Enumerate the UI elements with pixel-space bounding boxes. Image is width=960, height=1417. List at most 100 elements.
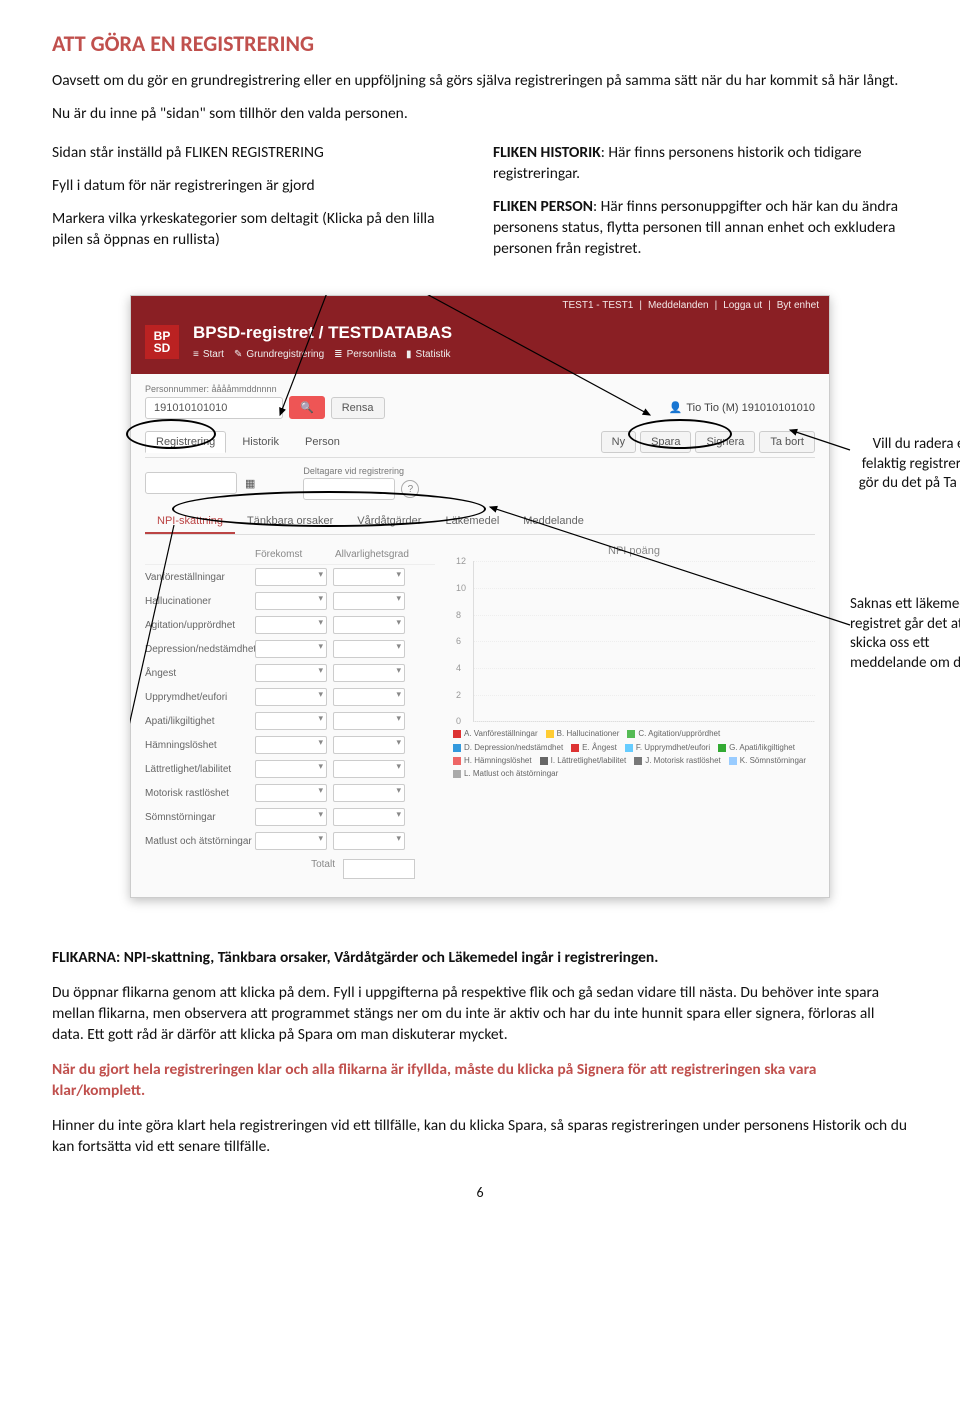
forekomst-select[interactable] (255, 784, 327, 802)
menu-grund[interactable]: ✎Grundregistrering (234, 349, 324, 360)
legend-item: D. Depression/nedstämdhet (453, 742, 563, 753)
allvar-select[interactable] (333, 736, 405, 754)
search-button[interactable]: 🔍 (289, 396, 325, 419)
npi-row-label: Hämningslöshet (145, 740, 255, 751)
allvar-select[interactable] (333, 808, 405, 826)
legend-item: G. Apati/likgiltighet (718, 742, 795, 753)
footer-spara: Hinner du inte göra klart hela registrer… (52, 1116, 908, 1158)
legend-item: C. Agitation/upprördhet (627, 728, 720, 739)
pn-input[interactable]: 191010101010 (145, 397, 283, 419)
person-badge: 👤 Tio Tio (M) 191010101010 (669, 401, 815, 414)
npi-row-label: Sömnstörningar (145, 812, 255, 823)
app-topbar: TEST1 - TEST1| Meddelanden| Logga ut| By… (131, 296, 829, 315)
tab-historik[interactable]: Historik (232, 432, 289, 452)
npi-row: Hämningslöshet (145, 733, 435, 757)
deltagare-select[interactable] (303, 478, 395, 500)
deltagare-label: Deltagare vid registrering (303, 466, 419, 476)
npi-row: Sömnstörningar (145, 805, 435, 829)
forekomst-select[interactable] (255, 640, 327, 658)
footer-signera: När du gjort hela registreringen klar oc… (52, 1060, 908, 1102)
subtab-meddelande[interactable]: Meddelande (511, 510, 596, 534)
page-number: 6 (52, 1184, 908, 1201)
forekomst-select[interactable] (255, 808, 327, 826)
forekomst-select[interactable] (255, 664, 327, 682)
legend-item: K. Sömnstörningar (729, 755, 806, 766)
tabort-button[interactable]: Ta bort (759, 431, 815, 453)
allvar-select[interactable] (333, 832, 405, 850)
intro-para-2: Nu är du inne på "sidan" som tillhör den… (52, 104, 908, 125)
right-instruction-2: FLIKEN PERSON: Här finns personuppgifter… (493, 197, 908, 260)
legend-item: J. Motorisk rastlöshet (634, 755, 721, 766)
tab-registrering[interactable]: Registrering (145, 431, 226, 453)
topbar-logout[interactable]: Logga ut (723, 300, 762, 311)
legend-item: A. Vanföreställningar (453, 728, 538, 739)
forekomst-select[interactable] (255, 736, 327, 754)
npi-row: Hallucinationer (145, 589, 435, 613)
app-title: BPSD-registret / TESTDATABAS (193, 323, 815, 343)
npi-row-label: Upprymdhet/eufori (145, 692, 255, 703)
forekomst-select[interactable] (255, 592, 327, 610)
spara-button[interactable]: Spara (640, 431, 691, 453)
calendar-icon[interactable]: ▦ (245, 477, 255, 490)
subtab-lakemedel[interactable]: Läkemedel (433, 510, 511, 534)
allvar-select[interactable] (333, 688, 405, 706)
legend-item: I. Lättretlighet/labilitet (540, 755, 627, 766)
allvar-select[interactable] (333, 640, 405, 658)
menu-statistik[interactable]: ▮Statistik (406, 349, 451, 360)
col-allvar: Allvarlighetsgrad (335, 549, 415, 560)
topbar-messages[interactable]: Meddelanden (648, 300, 709, 311)
menu-start[interactable]: ≡Start (193, 349, 224, 360)
ytick: 8 (456, 610, 461, 620)
screenshot: TEST1 - TEST1| Meddelanden| Logga ut| By… (130, 295, 830, 898)
npi-row-label: Vanföreställningar (145, 572, 255, 583)
forekomst-select[interactable] (255, 616, 327, 634)
menu-personlista[interactable]: ≣Personlista (334, 349, 396, 360)
forekomst-select[interactable] (255, 688, 327, 706)
callout-tabort: Vill du radera en felaktig registrering,… (850, 435, 960, 494)
forekomst-select[interactable] (255, 568, 327, 586)
npi-row-label: Lättretlighet/labilitet (145, 764, 255, 775)
tab-person[interactable]: Person (295, 432, 350, 452)
app-logo: BP SD (145, 325, 179, 359)
npi-row: Vanföreställningar (145, 565, 435, 589)
ytick: 0 (456, 716, 461, 726)
left-instruction-2: Fyll i datum för när registreringen är g… (52, 176, 467, 197)
chart-legend: A. VanföreställningarB. HallucinationerC… (453, 728, 815, 779)
forekomst-select[interactable] (255, 760, 327, 778)
fliken-historik-label: FLIKEN HISTORIK (493, 143, 601, 162)
intro-para-1: Oavsett om du gör en grundregistrering e… (52, 71, 908, 92)
allvar-select[interactable] (333, 616, 405, 634)
totalt-label: Totalt (145, 859, 343, 879)
allvar-select[interactable] (333, 760, 405, 778)
legend-item: F. Upprymdhet/eufori (625, 742, 710, 753)
allvar-select[interactable] (333, 568, 405, 586)
app-banner: BP SD BPSD-registret / TESTDATABAS ≡Star… (131, 315, 829, 374)
topbar-switch-unit[interactable]: Byt enhet (777, 300, 819, 311)
npi-row: Ångest (145, 661, 435, 685)
fliken-person-label: FLIKEN PERSON (493, 197, 593, 216)
date-input[interactable] (145, 472, 237, 494)
npi-table: Förekomst Allvarlighetsgrad Vanföreställ… (145, 545, 435, 879)
subtab-vard[interactable]: Vårdåtgärder (345, 510, 433, 534)
legend-item: H. Hämningslöshet (453, 755, 532, 766)
subtab-orsaker[interactable]: Tänkbara orsaker (235, 510, 345, 534)
legend-item: E. Ångest (571, 742, 617, 753)
chart-title: NPI poäng (453, 545, 815, 557)
allvar-select[interactable] (333, 784, 405, 802)
subtab-npi[interactable]: NPI-skattning (145, 510, 235, 534)
ytick: 4 (456, 663, 461, 673)
legend-item: L. Matlust och ätstörningar (453, 768, 558, 779)
forekomst-select[interactable] (255, 712, 327, 730)
signera-button[interactable]: Signera (695, 431, 755, 453)
allvar-select[interactable] (333, 592, 405, 610)
npi-row-label: Depression/nedstämdhet (145, 644, 255, 655)
allvar-select[interactable] (333, 664, 405, 682)
rensa-button[interactable]: Rensa (331, 397, 385, 419)
help-icon[interactable]: ? (401, 480, 419, 498)
ny-button[interactable]: Ny (601, 431, 636, 453)
npi-row-label: Apati/likgiltighet (145, 716, 255, 727)
allvar-select[interactable] (333, 712, 405, 730)
npi-row: Depression/nedstämdhet (145, 637, 435, 661)
callout-meddelande: Saknas ett läkemedel i registret går det… (850, 595, 960, 673)
forekomst-select[interactable] (255, 832, 327, 850)
